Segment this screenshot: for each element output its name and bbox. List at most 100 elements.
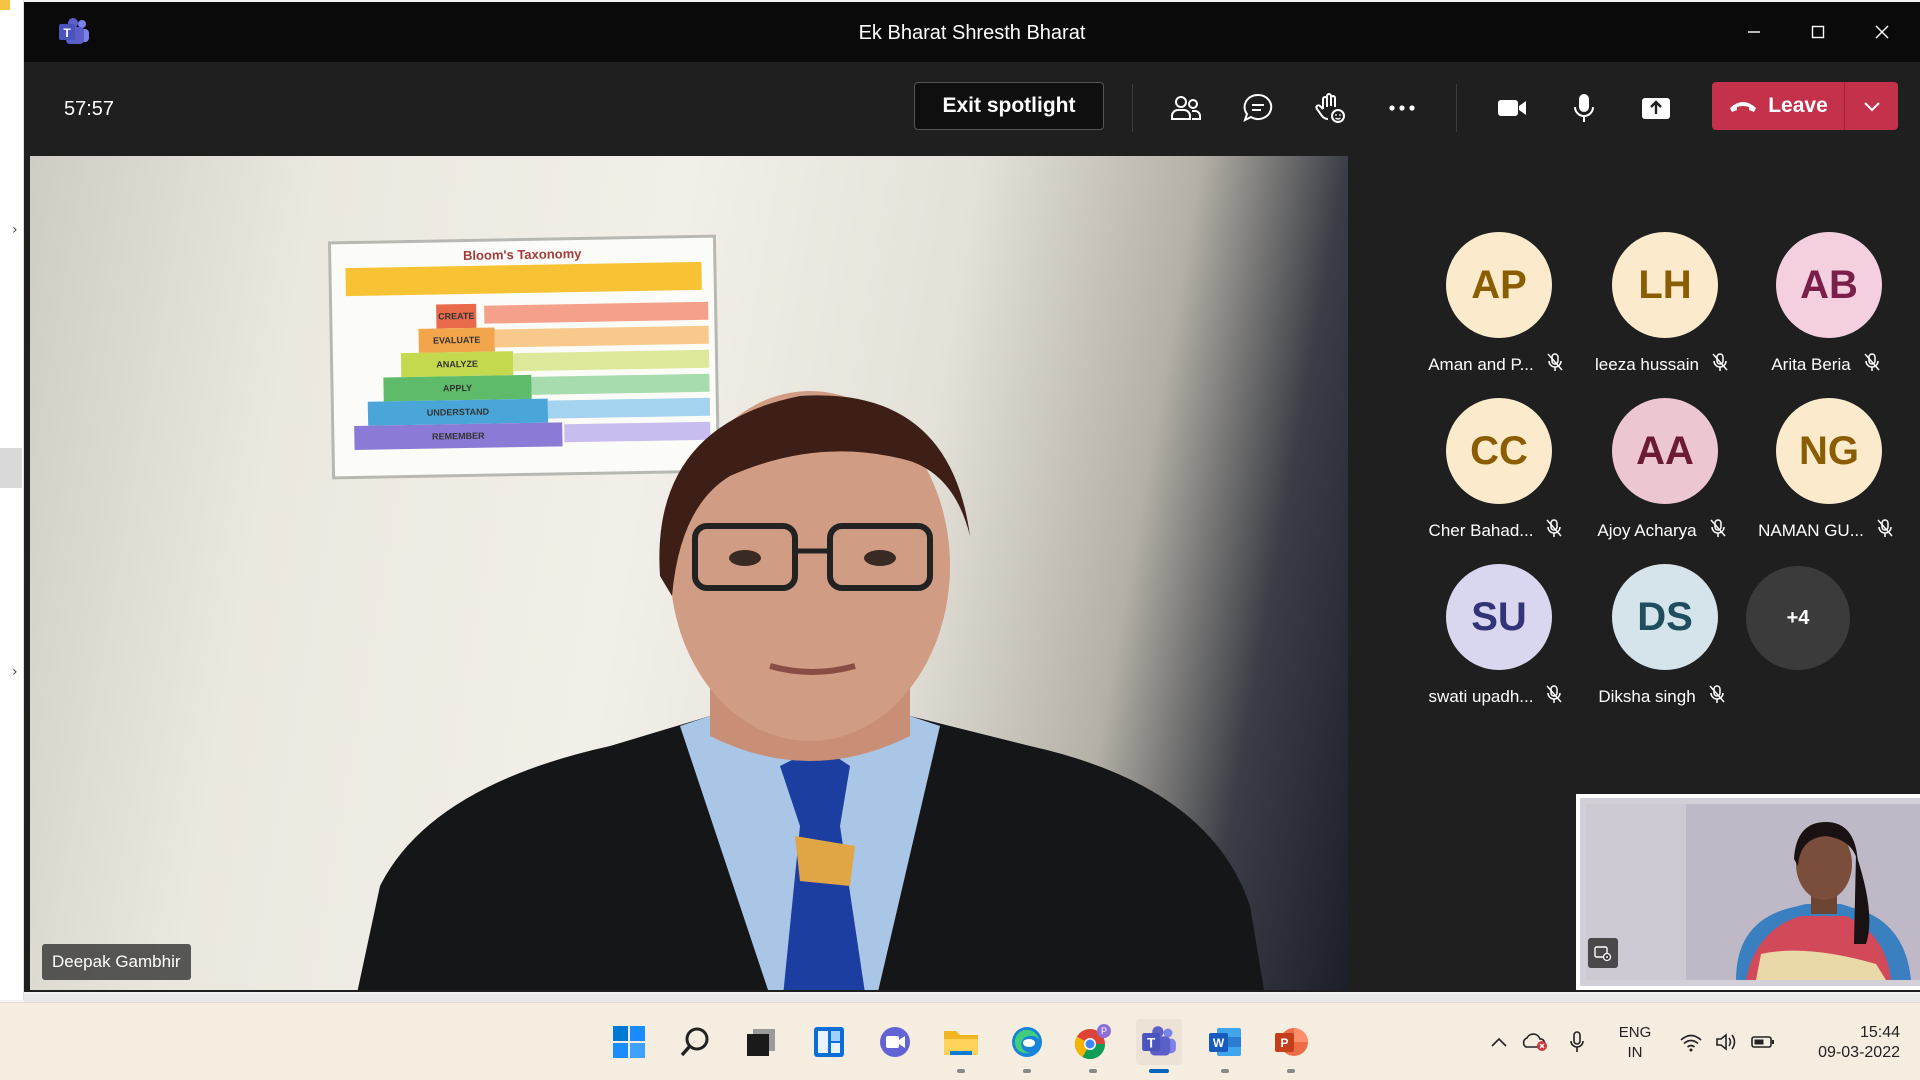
participant-label: Arita Beria — [1744, 352, 1908, 377]
chevron-icon: › — [12, 664, 18, 680]
raise-hand-icon — [1315, 93, 1345, 123]
people-icon — [1171, 96, 1201, 120]
participant-label: swati upadh... — [1414, 684, 1578, 709]
cloud-error-icon — [1522, 1033, 1547, 1051]
input-language-button[interactable]: ENG IN — [1610, 1023, 1660, 1063]
microphone-tray-button[interactable] — [1562, 1019, 1592, 1065]
hang-up-icon — [1730, 102, 1757, 112]
file-explorer-button[interactable] — [938, 1019, 984, 1073]
participant-avatar: NG — [1776, 398, 1882, 504]
poster-row — [484, 301, 709, 324]
camera-icon — [1498, 100, 1526, 116]
chrome-button[interactable]: P — [1070, 1019, 1116, 1073]
system-clock[interactable]: 15:44 09-03-2022 — [1780, 1023, 1900, 1063]
pyramid-tier-label: EVALUATE — [433, 334, 481, 346]
minimize-button[interactable] — [1732, 14, 1776, 50]
svg-text:W: W — [1213, 1036, 1225, 1050]
mic-muted-icon — [1545, 518, 1563, 543]
svg-text:P: P — [1101, 1026, 1107, 1036]
participant-name: leeza hussain — [1595, 354, 1699, 374]
chevron-down-icon — [1863, 102, 1880, 112]
pyramid-tier: CREATE — [436, 303, 477, 329]
onedrive-tray-button[interactable] — [1518, 1019, 1552, 1065]
search-button[interactable] — [672, 1019, 718, 1065]
participant-tile[interactable]: CC Cher Bahad... — [1414, 398, 1578, 548]
wifi-icon — [1680, 1034, 1702, 1052]
language-region: IN — [1627, 1044, 1643, 1061]
edge-icon — [1012, 1027, 1042, 1057]
svg-text:P: P — [1280, 1036, 1288, 1050]
volume-icon — [1716, 1033, 1736, 1051]
self-view-feed — [1586, 804, 1920, 980]
chrome-icon: P — [1074, 1024, 1111, 1060]
leave-button[interactable]: Leave — [1712, 82, 1844, 130]
search-icon — [680, 1027, 709, 1057]
participant-label: Diksha singh — [1580, 684, 1744, 709]
participant-tile[interactable]: LH leeza hussain — [1580, 232, 1744, 382]
leave-label: Leave — [1768, 94, 1828, 117]
title-bar: T Ek Bharat Shresth Bharat — [24, 2, 1920, 62]
leave-button-group: Leave — [1712, 82, 1898, 130]
clock-time: 15:44 — [1859, 1024, 1900, 1041]
window-title: Ek Bharat Shresth Bharat — [858, 22, 1086, 44]
minimize-icon — [1748, 31, 1760, 33]
widgets-button[interactable] — [806, 1019, 852, 1065]
leave-options-button[interactable] — [1845, 82, 1898, 130]
mic-muted-icon — [1863, 352, 1881, 377]
poster-row — [494, 325, 709, 348]
desktop-background: › › — [0, 0, 24, 1000]
microphone-button[interactable] — [1564, 88, 1604, 128]
participant-avatar: AB — [1776, 232, 1882, 338]
teams-meeting-window: T Ek Bharat Shresth Bharat 57:57 Exit sp… — [24, 2, 1920, 992]
participant-avatar: LH — [1612, 232, 1718, 338]
participant-tile[interactable]: DS Diksha singh — [1580, 564, 1744, 714]
microphone-icon — [1570, 1031, 1584, 1052]
svg-text:T: T — [1147, 1036, 1156, 1051]
share-screen-button[interactable] — [1636, 88, 1676, 128]
close-button[interactable] — [1860, 14, 1904, 50]
participant-tile[interactable]: AB Arita Beria — [1744, 232, 1908, 382]
chat-button[interactable] — [1238, 88, 1278, 128]
battery-tray-button[interactable] — [1748, 1019, 1778, 1065]
self-view-video[interactable] — [1576, 794, 1920, 990]
desktop-scrollbar — [0, 448, 22, 488]
participant-avatar: AA — [1612, 398, 1718, 504]
camera-button[interactable] — [1492, 88, 1532, 128]
powerpoint-button[interactable]: P — [1268, 1019, 1314, 1073]
participant-avatar: SU — [1446, 564, 1552, 670]
task-view-icon — [747, 1029, 775, 1056]
chat-app-button[interactable] — [872, 1019, 918, 1065]
task-view-button[interactable] — [738, 1019, 784, 1065]
show-hidden-icons-button[interactable] — [1484, 1019, 1514, 1065]
running-indicator — [1287, 1069, 1295, 1073]
chat-icon — [880, 1027, 910, 1057]
maximize-icon — [1811, 25, 1825, 39]
pyramid-tier: EVALUATE — [418, 327, 495, 353]
participant-tile[interactable]: NG NAMAN GU... — [1744, 398, 1908, 548]
participant-name: Arita Beria — [1771, 354, 1851, 374]
raise-hand-button[interactable] — [1310, 88, 1350, 128]
maximize-button[interactable] — [1796, 14, 1840, 50]
participant-tile[interactable]: AA Ajoy Acharya — [1580, 398, 1744, 548]
mic-muted-icon — [1709, 518, 1727, 543]
toolbar-divider — [1132, 84, 1133, 132]
more-options-button[interactable] — [1382, 88, 1422, 128]
more-participants-button[interactable]: +4 — [1746, 566, 1850, 670]
participant-tile[interactable]: SU swati upadh... — [1414, 564, 1578, 714]
running-indicator — [1089, 1069, 1097, 1073]
word-button[interactable]: W — [1202, 1019, 1248, 1073]
spotlight-video[interactable]: Bloom's Taxonomy CREATE EVALUATE ANALYZE… — [30, 156, 1348, 990]
edge-button[interactable] — [1004, 1019, 1050, 1073]
exit-spotlight-button[interactable]: Exit spotlight — [914, 82, 1104, 130]
poster-banner — [345, 261, 702, 297]
volume-tray-button[interactable] — [1712, 1019, 1742, 1065]
chat-icon — [1243, 93, 1273, 122]
participant-tile[interactable]: AP Aman and P... — [1414, 232, 1578, 382]
wifi-tray-button[interactable] — [1676, 1019, 1706, 1065]
self-view-options-button[interactable] — [1588, 938, 1618, 968]
running-indicator — [1221, 1069, 1229, 1073]
teams-icon: T — [1142, 1026, 1176, 1056]
start-button[interactable] — [606, 1019, 652, 1065]
people-button[interactable] — [1166, 88, 1206, 128]
teams-button[interactable]: T — [1136, 1019, 1182, 1073]
